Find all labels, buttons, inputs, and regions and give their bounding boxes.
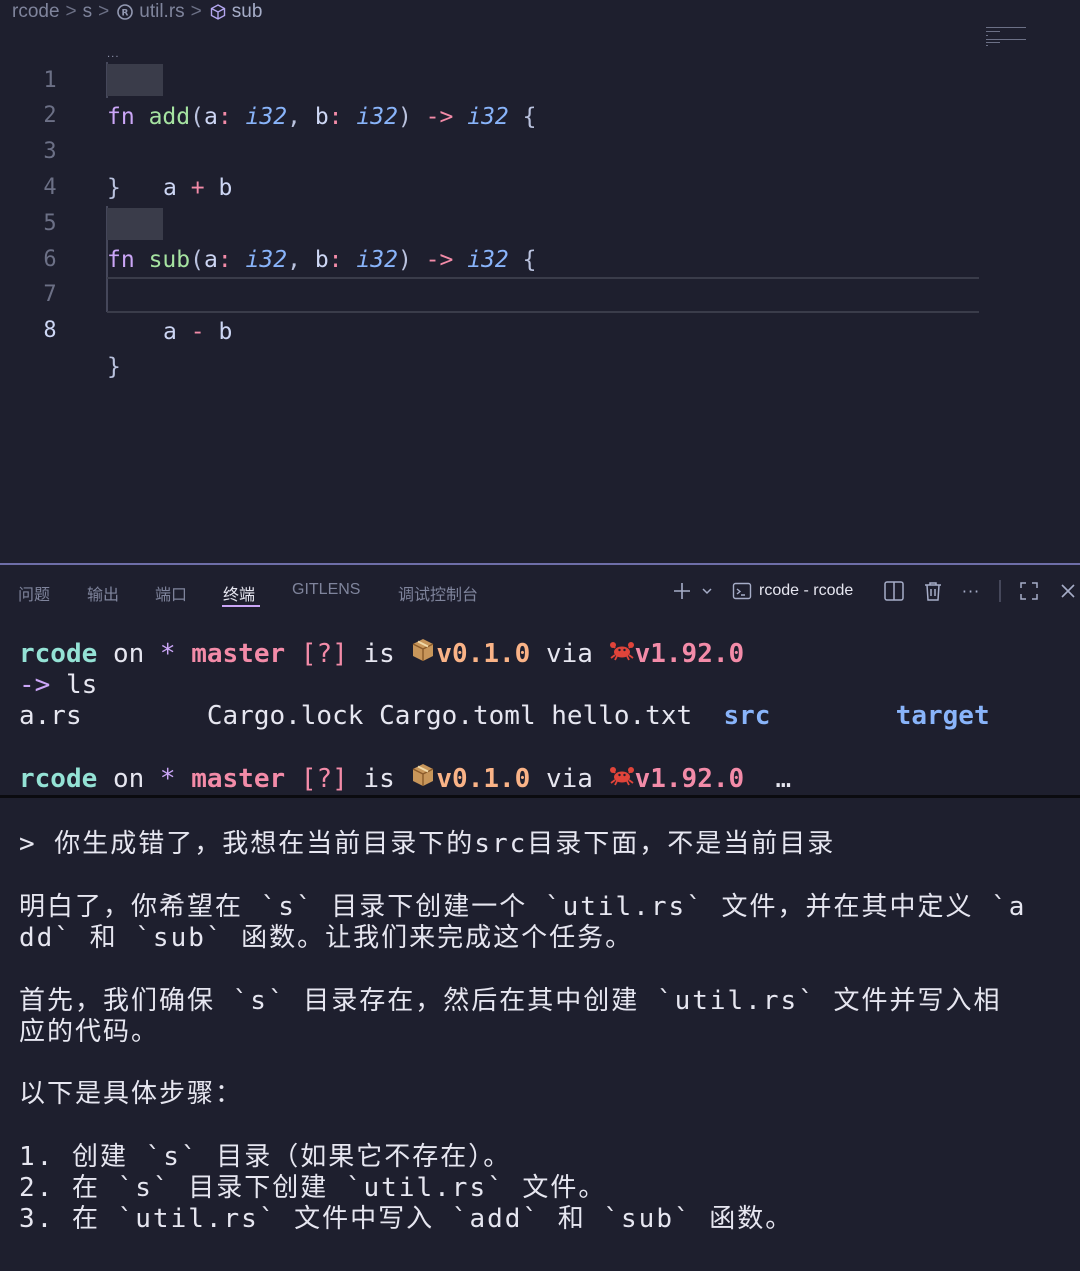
panel-tab-bar: 问题 输出 端口 终端 GITLENS 调试控制台 rcode - rcode …	[0, 565, 1080, 617]
assistant-chat: > 你生成错了，我想在当前目录下的src目录下面，不是当前目录 明白了，你希望在…	[0, 798, 1080, 1271]
code-line[interactable]: 6 a - b	[0, 206, 1000, 345]
folder-entry: src	[723, 701, 771, 731]
assistant-text: dd` 和 `sub` 函数。让我们来完成这个任务。	[19, 923, 634, 953]
list-item: 2. 在 `s` 目录下创建 `util.rs` 文件。	[19, 1173, 607, 1203]
terminal-output: a.rs Cargo.lock Cargo.toml hello.txt src…	[19, 699, 990, 733]
user-message: > 你生成错了，我想在当前目录下的src目录下面，不是当前目录	[19, 829, 836, 859]
terminal-prompt: rcode on * master [?] is v0.1.0 via v1.9…	[19, 762, 791, 796]
breadcrumb-item-sub[interactable]: sub	[232, 1, 263, 23]
package-icon	[410, 762, 436, 797]
svg-text:R: R	[122, 9, 129, 19]
assistant-text: 应的代码。	[19, 1017, 160, 1047]
breadcrumb-item-rcode[interactable]: rcode	[12, 1, 60, 23]
code-text: a - b	[163, 319, 233, 345]
split-icon[interactable]	[882, 577, 906, 605]
code-line[interactable]: 5 fn sub(a: i32, b: i32) -> i32 {	[0, 170, 1000, 273]
folder-entry: target	[895, 701, 990, 731]
terminal-icon	[731, 577, 753, 605]
list-item: 3. 在 `util.rs` 文件中写入 `add` 和 `sub` 函数。	[19, 1204, 794, 1234]
maximize-icon[interactable]	[1018, 577, 1040, 605]
active-tab-indicator	[222, 605, 260, 607]
function-cube-icon	[208, 2, 228, 22]
tab-output[interactable]: 输出	[87, 581, 119, 605]
code-editor[interactable]: rcode > s > R util.rs > sub ··· 1 fn add…	[0, 0, 1080, 563]
line-number: 8	[43, 318, 57, 343]
file-entry: Cargo.toml	[379, 701, 536, 731]
indent-whitespace	[107, 64, 163, 96]
chevron-right-icon: >	[190, 1, 202, 22]
package-icon	[410, 637, 436, 672]
tab-gitlens[interactable]: GITLENS	[292, 581, 360, 599]
code-line[interactable]: 2 a + b	[0, 62, 1000, 201]
toolbar-divider	[999, 580, 1001, 602]
terminal[interactable]: rcode on * master [?] is v0.1.0 via v1.9…	[0, 617, 1080, 795]
code-text: }	[107, 354, 121, 380]
chevron-right-icon: >	[65, 1, 77, 22]
indent-whitespace	[107, 208, 163, 240]
chevron-right-icon: >	[98, 1, 110, 22]
tab-problems[interactable]: 问题	[18, 581, 50, 605]
file-entry: Cargo.lock	[206, 701, 364, 731]
code-line[interactable]: 7	[0, 241, 1000, 307]
tab-terminal[interactable]: 终端	[223, 581, 255, 605]
crab-icon	[609, 762, 635, 797]
list-item: 1. 创建 `s` 目录（如果它不存在）。	[19, 1142, 512, 1172]
file-entry: hello.txt	[551, 701, 693, 731]
ellipsis: …	[775, 764, 792, 794]
chevron-down-icon[interactable]	[699, 577, 715, 605]
tab-debug-console[interactable]: 调试控制台	[398, 581, 478, 605]
tab-ports[interactable]: 端口	[155, 581, 187, 605]
assistant-text: 首先，我们确保 `s` 目录存在，然后在其中创建 `util.rs` 文件并写入…	[19, 986, 1002, 1016]
assistant-text: 明白了，你希望在 `s` 目录下创建一个 `util.rs` 文件，并在其中定义…	[19, 892, 1027, 922]
plus-icon[interactable]	[671, 577, 693, 605]
more-icon[interactable]: ···	[960, 577, 982, 605]
rust-file-icon: R	[115, 2, 135, 22]
breadcrumb-item-util[interactable]: util.rs	[139, 1, 184, 23]
terminal-prompt: rcode on * master [?] is v0.1.0 via v1.9…	[19, 637, 744, 671]
code-line[interactable]: 1 fn add(a: i32, b: i32) -> i32 {	[0, 27, 1000, 130]
close-icon[interactable]	[1057, 577, 1079, 605]
file-entry: a.rs	[19, 701, 82, 731]
assistant-text: 以下是具体步骤：	[19, 1079, 244, 1109]
code-line[interactable]: 4	[0, 134, 1000, 200]
trash-icon[interactable]	[921, 577, 945, 605]
crab-icon	[609, 637, 635, 672]
breadcrumb: rcode > s > R util.rs > sub	[12, 0, 262, 24]
terminal-name[interactable]: rcode - rcode	[759, 582, 853, 600]
code-line[interactable]: 8 }	[0, 277, 1000, 380]
breadcrumb-item-s[interactable]: s	[83, 1, 93, 23]
terminal-command: -> ls	[19, 670, 98, 700]
code-line[interactable]: 3 }	[0, 98, 1000, 201]
